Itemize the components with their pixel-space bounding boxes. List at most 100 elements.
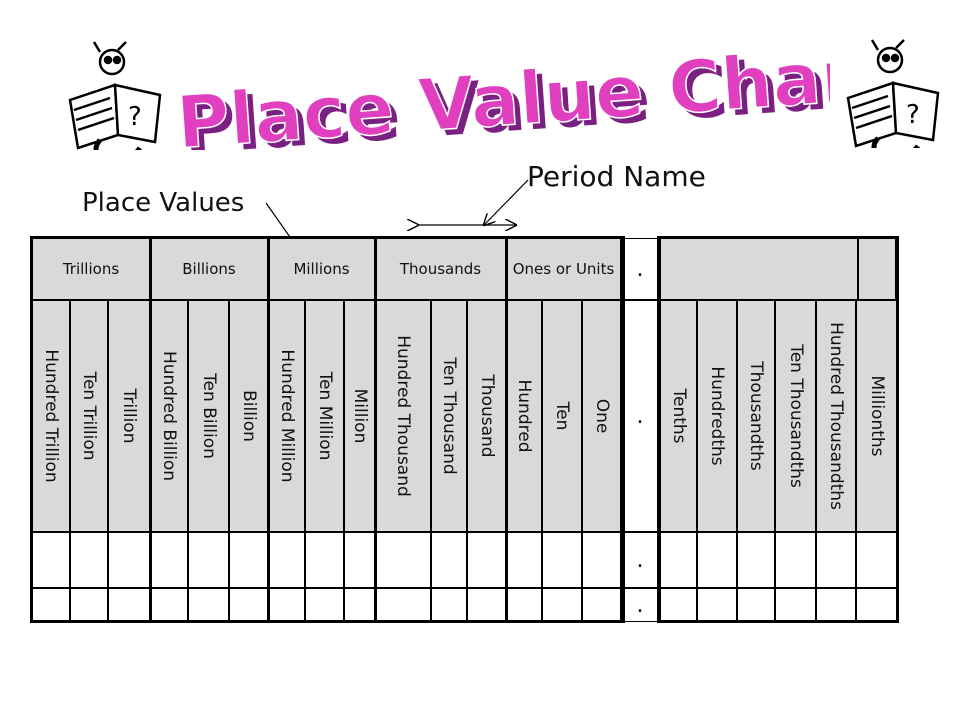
table-border xyxy=(30,236,624,239)
digit-cell xyxy=(305,588,344,622)
place-value-header: Ten xyxy=(542,300,582,532)
place-value-label: Hundred Billion xyxy=(159,350,179,482)
digit-cell xyxy=(660,532,697,588)
decimal-point-header: . xyxy=(622,238,658,300)
decimal-place-header: Hundredths xyxy=(697,300,737,532)
period-header: Trillions xyxy=(32,238,150,300)
digit-cell xyxy=(229,588,268,622)
decimal-place-label: Tenths xyxy=(668,388,689,444)
place-value-header: Hundred Billion xyxy=(150,300,188,532)
digit-cell xyxy=(150,588,188,622)
digit-cell xyxy=(344,588,375,622)
place-value-header: Hundred Trillion xyxy=(32,300,70,532)
place-value-header: Million xyxy=(344,300,375,532)
digit-cell xyxy=(775,588,816,622)
period-header: Thousands xyxy=(375,238,506,300)
digit-cell xyxy=(150,532,188,588)
digit-cell xyxy=(467,532,506,588)
table-border xyxy=(658,236,898,239)
place-value-label: Million xyxy=(349,388,370,444)
place-value-header: Ten Million xyxy=(305,300,344,532)
decimal-places-header xyxy=(660,238,858,300)
decimal-place-label: Hundredths xyxy=(707,366,727,466)
decimal-place-header: Ten Thousandths xyxy=(775,300,816,532)
digit-cell xyxy=(697,532,737,588)
decimal-point-label: . xyxy=(622,300,658,532)
digit-cell xyxy=(108,588,150,622)
place-value-header: Hundred xyxy=(506,300,542,532)
place-value-label: Hundred Trillion xyxy=(41,349,61,483)
place-value-header: Thousand xyxy=(467,300,506,532)
digit-cell xyxy=(431,532,467,588)
table-border xyxy=(896,236,899,623)
digit-cell xyxy=(268,588,305,622)
decimal-point-cell: . xyxy=(622,532,658,588)
digit-cell xyxy=(32,588,70,622)
decimal-places-header-extra xyxy=(858,238,896,300)
place-value-label: Ten xyxy=(552,401,572,431)
digit-cell xyxy=(506,588,542,622)
digit-cell xyxy=(856,588,898,622)
place-value-label: Trillion xyxy=(119,388,139,444)
table-border xyxy=(657,236,660,623)
period-divider xyxy=(505,236,508,623)
decimal-place-header: Tenths xyxy=(660,300,697,532)
place-value-label: Ten Trillion xyxy=(79,371,99,461)
place-value-table: Trillions Hundred Trillion Ten Trillion Tri… xyxy=(0,0,960,720)
decimal-place-label: Thousandths xyxy=(746,361,766,471)
digit-cell xyxy=(737,588,775,622)
decimal-place-header: Thousandths xyxy=(737,300,775,532)
digit-cell xyxy=(775,532,816,588)
digit-cell xyxy=(582,532,621,588)
place-value-label: One xyxy=(591,398,612,434)
digit-cell xyxy=(582,588,621,622)
digit-cell xyxy=(375,588,431,622)
decimal-place-label: Ten Thousandths xyxy=(785,344,806,488)
digit-cell xyxy=(344,532,375,588)
digit-cell xyxy=(188,588,229,622)
period-divider xyxy=(149,236,152,623)
place-value-header: Trillion xyxy=(108,300,150,532)
digit-cell xyxy=(542,588,582,622)
table-border xyxy=(30,236,33,623)
place-value-label: Hundred Million xyxy=(276,349,297,483)
digit-cell xyxy=(70,532,108,588)
place-value-label: Billion xyxy=(238,390,259,442)
digit-cell xyxy=(737,532,775,588)
digit-cell xyxy=(229,532,268,588)
digit-cell xyxy=(816,532,856,588)
table-border xyxy=(30,620,624,623)
digit-cell xyxy=(856,532,898,588)
decimal-place-header: Millionths xyxy=(856,300,898,532)
digit-cell xyxy=(108,532,150,588)
digit-cell xyxy=(660,588,697,622)
decimal-point-cell: . xyxy=(622,588,658,622)
digit-cell xyxy=(506,532,542,588)
period-divider xyxy=(267,236,270,623)
digit-cell xyxy=(697,588,737,622)
digit-cell xyxy=(305,532,344,588)
place-value-header: Ten Thousand xyxy=(431,300,467,532)
place-value-header: Ten Billion xyxy=(188,300,229,532)
place-value-label: Ten Million xyxy=(314,371,335,461)
digit-cell xyxy=(375,532,431,588)
digit-cell xyxy=(816,588,856,622)
place-value-label: Hundred Thousand xyxy=(393,335,413,497)
place-value-header: One xyxy=(582,300,621,532)
place-value-label: Hundred xyxy=(514,379,534,453)
table-border xyxy=(658,620,898,623)
place-value-header: Ten Trillion xyxy=(70,300,108,532)
period-divider xyxy=(374,236,377,623)
decimal-place-label: Hundred Thousandths xyxy=(826,322,846,510)
period-divider xyxy=(620,236,623,623)
decimal-place-label: Millionths xyxy=(867,375,887,457)
place-value-header: Hundred Million xyxy=(268,300,305,532)
digit-cell xyxy=(188,532,229,588)
place-value-header: Hundred Thousand xyxy=(375,300,431,532)
decimal-place-header: Hundred Thousandths xyxy=(816,300,856,532)
digit-cell xyxy=(32,532,70,588)
digit-cell xyxy=(70,588,108,622)
place-value-label: Ten Thousand xyxy=(439,357,459,475)
period-header: Ones or Units xyxy=(506,238,621,300)
digit-cell xyxy=(542,532,582,588)
